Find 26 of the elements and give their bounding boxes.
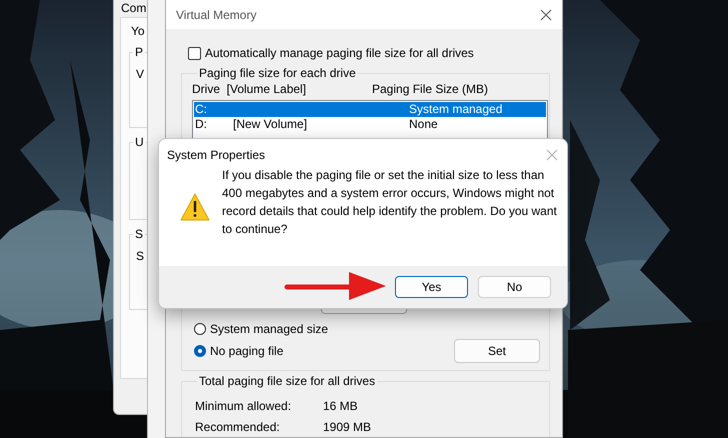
drive-row[interactable]: D: [New Volume] None bbox=[194, 117, 546, 132]
group-text: S bbox=[136, 249, 144, 263]
field-label: Recommended: bbox=[195, 419, 281, 436]
cancel-button[interactable]: No bbox=[478, 276, 551, 298]
field-value: 1909 MB bbox=[323, 419, 372, 436]
radio-label: System managed size bbox=[210, 322, 328, 336]
group-text: V bbox=[136, 67, 144, 81]
tab[interactable]: Com bbox=[121, 1, 146, 15]
field-label: Minimum allowed: bbox=[195, 398, 292, 415]
group-title: S bbox=[133, 227, 146, 241]
dialog-message: If you disable the paging file or set the initial size to less than 400 megabytes and a system error occurs, Windows might not record details that could help identify the problem. Do you want to continue? bbox=[222, 167, 558, 238]
radio-label: No paging file bbox=[210, 344, 284, 358]
dialog-title: System Properties bbox=[167, 148, 266, 162]
column-header: Paging File Size (MB) bbox=[372, 82, 488, 96]
checkbox-label: Automatically manage paging file size for all drives bbox=[205, 46, 474, 60]
group-title: Paging file size for each drive bbox=[198, 66, 357, 80]
group-title: Total paging file size for all drives bbox=[198, 374, 376, 388]
confirm-button[interactable]: Yes bbox=[395, 276, 468, 298]
set-button[interactable]: Set bbox=[454, 339, 540, 363]
group-title: P bbox=[133, 45, 146, 59]
window-title: Virtual Memory bbox=[176, 8, 256, 22]
group-title: U bbox=[133, 135, 146, 149]
field-value: 16 MB bbox=[323, 398, 359, 415]
intro-text: Yo bbox=[131, 24, 145, 38]
drive-row[interactable]: C: System managed bbox=[194, 102, 546, 117]
column-header: Drive [Volume Label] bbox=[192, 82, 308, 96]
